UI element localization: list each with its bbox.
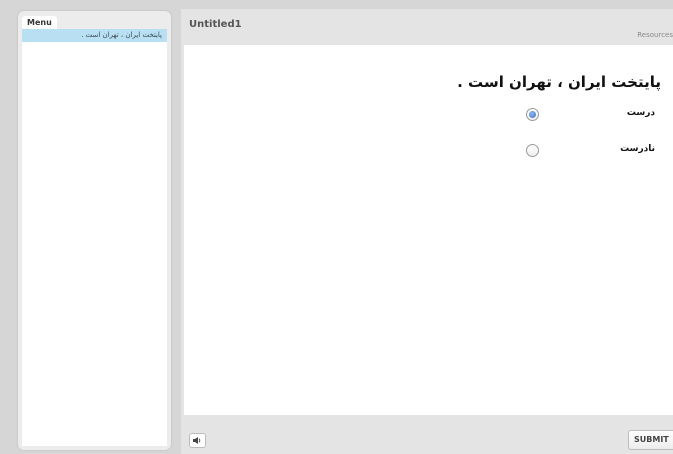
option-label-false: نادرست [620,144,655,154]
menu-item-slide-1[interactable]: پایتخت ایران ، تهران است . [22,29,167,42]
answer-option-false[interactable]: نادرست [523,143,655,163]
submit-button[interactable]: SUBMIT [628,430,673,450]
menu-panel: Menu پایتخت ایران ، تهران است . [18,11,171,450]
slide-content: پایتخت ایران ، تهران است . درست نادرست [184,45,673,415]
menu-list: پایتخت ایران ، تهران است . [22,29,167,446]
menu-tab-label: Menu [22,16,57,29]
project-title: Untitled1 [189,19,242,30]
question-text: پایتخت ایران ، تهران است . [457,73,661,91]
speaker-icon [193,437,201,444]
option-label-true: درست [626,108,655,118]
audio-toggle-button[interactable] [189,433,206,448]
resources-link[interactable]: Resources [637,31,673,39]
bottom-toolbar: SUBMIT [181,415,673,454]
radio-button[interactable] [526,144,539,157]
top-bar: Untitled1 Resources [181,9,673,45]
answer-option-true[interactable]: درست [523,107,655,127]
slide-area: Untitled1 Resources پایتخت ایران ، تهران… [181,9,673,454]
radio-button-selected[interactable] [526,108,539,121]
